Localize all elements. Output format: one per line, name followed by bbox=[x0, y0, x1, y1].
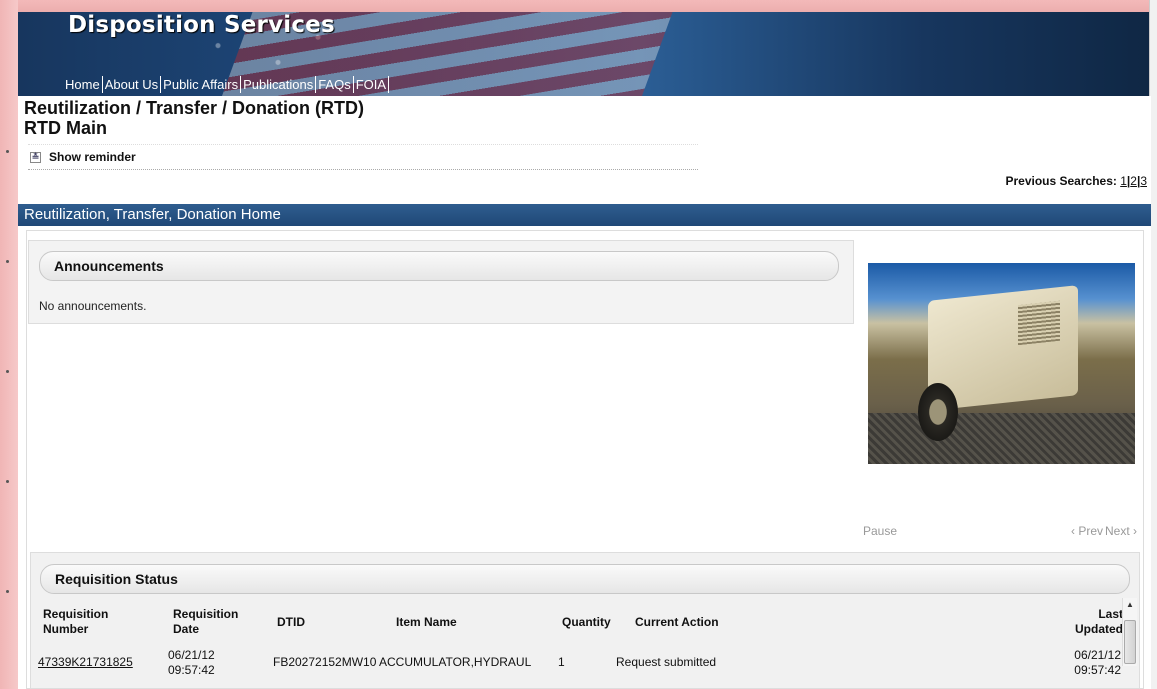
column-header-requisition-number[interactable]: Requisition Number bbox=[43, 607, 133, 637]
section-header: Reutilization, Transfer, Donation Home bbox=[18, 204, 1151, 226]
announcements-message: No announcements. bbox=[39, 299, 147, 313]
nav-foia[interactable]: FOIA bbox=[354, 76, 390, 93]
previous-search-link-3[interactable]: 3 bbox=[1140, 174, 1147, 188]
ground-graphic bbox=[868, 413, 1135, 464]
site-banner: Disposition Services Home About Us Publi… bbox=[18, 12, 1151, 96]
slideshow-pause-button[interactable]: Pause bbox=[863, 524, 897, 538]
previous-searches: Previous Searches: 1|2|3 bbox=[1005, 174, 1147, 188]
requisition-date-day: 06/21/12 bbox=[168, 648, 215, 662]
site-brand: Disposition Services bbox=[68, 12, 335, 38]
announcements-header: Announcements bbox=[39, 251, 839, 281]
wheel-graphic bbox=[918, 383, 958, 441]
requisition-date: 06/21/12 09:57:42 bbox=[168, 648, 215, 678]
column-header-requisition-date[interactable]: Requisition Date bbox=[173, 607, 253, 637]
slideshow-prev-button[interactable]: ‹ Prev bbox=[1071, 524, 1103, 538]
requisition-last-updated: 06/21/12 09:57:42 bbox=[1068, 648, 1121, 678]
column-header-current-action[interactable]: Current Action bbox=[635, 615, 719, 630]
reminder-label: Show reminder bbox=[49, 150, 136, 164]
nav-publications[interactable]: Publications bbox=[241, 76, 317, 93]
column-header-dtid[interactable]: DTID bbox=[277, 615, 305, 630]
requisition-number-link[interactable]: 47339K21731825 bbox=[38, 655, 133, 669]
page-subtitle: RTD Main bbox=[24, 118, 107, 138]
chevron-down-icon: ≛ bbox=[30, 151, 41, 163]
requisition-dtid: FB20272152MW10 bbox=[273, 655, 377, 669]
table-row: 47339K21731825 bbox=[38, 655, 133, 670]
announcements-panel: Announcements No announcements. bbox=[28, 240, 854, 324]
show-reminder-toggle[interactable]: ≛ Show reminder bbox=[28, 144, 698, 170]
window-frame-top bbox=[0, 0, 1157, 12]
nav-about-us[interactable]: About Us bbox=[103, 76, 162, 93]
top-navigation: Home About Us Public Affairs Publication… bbox=[63, 76, 390, 93]
column-header-item-name[interactable]: Item Name bbox=[396, 615, 457, 630]
slideshow-image bbox=[868, 263, 1135, 464]
slideshow-next-button[interactable]: Next › bbox=[1105, 524, 1137, 538]
frame-mark bbox=[6, 260, 9, 263]
frame-mark bbox=[6, 370, 9, 373]
last-updated-time: 09:57:42 bbox=[1074, 663, 1121, 677]
frame-mark bbox=[6, 590, 9, 593]
last-updated-date: 06/21/12 bbox=[1074, 648, 1121, 662]
column-header-quantity[interactable]: Quantity bbox=[562, 615, 611, 630]
previous-search-link-1[interactable]: 1 bbox=[1120, 174, 1127, 188]
requisition-date-time: 09:57:42 bbox=[168, 663, 215, 677]
requisition-item-name: ACCUMULATOR,HYDRAUL bbox=[379, 655, 532, 669]
column-header-last-updated[interactable]: Last Updated bbox=[1068, 607, 1123, 637]
requisition-current-action: Request submitted bbox=[616, 655, 717, 669]
generator-vent-graphic bbox=[1018, 300, 1060, 346]
previous-searches-label: Previous Searches: bbox=[1005, 174, 1117, 188]
scroll-up-arrow-icon[interactable]: ▲ bbox=[1126, 600, 1134, 609]
previous-search-link-2[interactable]: 2 bbox=[1130, 174, 1137, 188]
requisition-quantity: 1 bbox=[558, 655, 565, 669]
page-title: Reutilization / Transfer / Donation (RTD… bbox=[24, 98, 365, 118]
scrollbar-thumb[interactable] bbox=[1124, 620, 1136, 664]
requisition-scrollbar[interactable]: ▲ bbox=[1122, 598, 1137, 666]
nav-home[interactable]: Home bbox=[63, 76, 103, 93]
window-frame-left bbox=[0, 0, 18, 689]
frame-mark bbox=[6, 150, 9, 153]
nav-public-affairs[interactable]: Public Affairs bbox=[161, 76, 242, 93]
frame-mark bbox=[6, 480, 9, 483]
nav-faqs[interactable]: FAQs bbox=[316, 76, 354, 93]
requisition-status-header: Requisition Status bbox=[40, 564, 1130, 594]
main-content: Reutilization / Transfer / Donation (RTD… bbox=[18, 96, 1151, 689]
